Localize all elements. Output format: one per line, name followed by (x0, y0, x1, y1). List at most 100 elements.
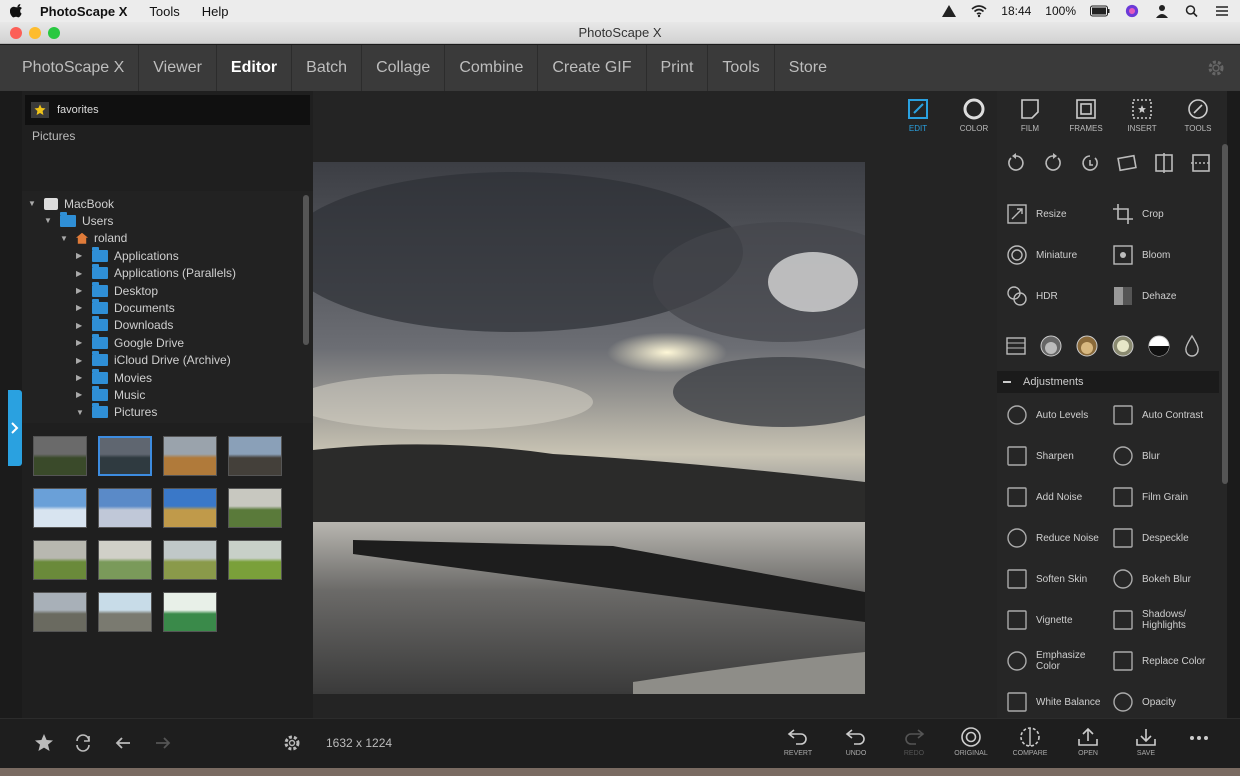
crop-button[interactable]: Crop (1112, 203, 1164, 225)
disclosure-right-icon[interactable]: ▶ (76, 356, 84, 365)
tree-scrollbar[interactable] (303, 195, 309, 345)
photo-thumbnail[interactable] (98, 436, 152, 476)
tab-combine[interactable]: Combine (445, 45, 539, 91)
menu-app[interactable]: PhotoScape X (40, 4, 127, 19)
tree-item[interactable]: ▶ Applications (76, 246, 179, 264)
tool-edit[interactable]: EDIT (890, 95, 946, 139)
photo-preview[interactable] (313, 162, 865, 694)
favorites-bar[interactable]: favorites (25, 95, 310, 125)
filter-bw-icon[interactable] (1147, 334, 1171, 358)
disclosure-down-icon[interactable]: ▼ (44, 216, 52, 225)
battery-icon[interactable] (1090, 4, 1110, 18)
tree-item[interactable]: ▶ iCloud Drive (Archive) (76, 351, 231, 369)
disclosure-down-icon[interactable]: ▼ (28, 199, 36, 208)
tab-create-gif[interactable]: Create GIF (538, 45, 647, 91)
tab-store[interactable]: Store (775, 45, 841, 91)
blur-button[interactable]: Blur (1112, 445, 1212, 467)
tree-item[interactable]: ▶ Music (76, 385, 145, 403)
spotlight-search-icon[interactable] (1184, 4, 1200, 18)
tree-item[interactable]: ▼ Pictures (76, 403, 157, 421)
miniature-button[interactable]: Miniature (1006, 244, 1077, 266)
photo-thumbnail[interactable] (163, 540, 217, 580)
tool-frames[interactable]: FRAMES (1058, 95, 1114, 139)
photo-thumbnail[interactable] (98, 540, 152, 580)
tab-tools[interactable]: Tools (708, 45, 775, 91)
flip-horizontal-icon[interactable] (1153, 152, 1175, 174)
tab-collage[interactable]: Collage (362, 45, 446, 91)
disclosure-down-icon[interactable]: ▼ (76, 408, 84, 417)
vignette-button[interactable]: Vignette (1006, 609, 1106, 631)
open-button[interactable]: OPEN (1066, 719, 1110, 757)
refresh-icon[interactable] (73, 733, 93, 753)
photo-thumbnail[interactable] (228, 540, 282, 580)
filter-warm-icon[interactable] (1075, 334, 1099, 358)
pictures-favorite-item[interactable]: Pictures (32, 129, 75, 143)
tool-color[interactable]: COLOR (946, 95, 1002, 139)
clock[interactable]: 18:44 (1001, 4, 1031, 18)
disclosure-right-icon[interactable]: ▶ (76, 286, 84, 295)
tab-print[interactable]: Print (647, 45, 709, 91)
tab-editor[interactable]: Editor (217, 45, 293, 91)
list-icon[interactable] (1005, 335, 1027, 357)
rotate-left-icon[interactable] (1005, 152, 1027, 174)
tab-photoscape-x[interactable]: PhotoScape X (8, 45, 140, 91)
disclosure-right-icon[interactable]: ▶ (76, 373, 84, 382)
straighten-icon[interactable] (1116, 152, 1138, 174)
panel-toggle-tab[interactable] (8, 390, 22, 466)
photo-thumbnail[interactable] (228, 488, 282, 528)
zoom-window-button[interactable] (48, 27, 60, 39)
dehaze-button[interactable]: Dehaze (1112, 285, 1176, 307)
photo-thumbnail[interactable] (228, 436, 282, 476)
save-button[interactable]: SAVE (1124, 719, 1168, 757)
original-button[interactable]: ORIGINAL (949, 719, 993, 757)
menu-help[interactable]: Help (202, 4, 229, 19)
filter-grey-icon[interactable] (1039, 334, 1063, 358)
redo-button[interactable]: REDO (892, 719, 936, 757)
photo-thumbnail[interactable] (33, 436, 87, 476)
rotate-custom-icon[interactable] (1079, 152, 1101, 174)
undo-button[interactable]: UNDO (834, 719, 878, 757)
disclosure-right-icon[interactable]: ▶ (76, 390, 84, 399)
disclosure-right-icon[interactable]: ▶ (76, 251, 84, 260)
reduce-noise-button[interactable]: Reduce Noise (1006, 527, 1106, 549)
hdr-button[interactable]: HDR (1006, 285, 1058, 307)
film-grain-button[interactable]: Film Grain (1112, 486, 1212, 508)
disclosure-right-icon[interactable]: ▶ (76, 269, 84, 278)
tab-viewer[interactable]: Viewer (139, 45, 217, 91)
disclosure-right-icon[interactable]: ▶ (76, 338, 84, 347)
soften-skin-button[interactable]: Soften Skin (1006, 568, 1106, 590)
shadows-highlights-button[interactable]: Shadows/ Highlights (1112, 609, 1212, 631)
white-balance-button[interactable]: White Balance (1006, 691, 1106, 713)
auto-levels-button[interactable]: Auto Levels (1006, 404, 1106, 426)
filter-light-icon[interactable] (1111, 334, 1135, 358)
photo-thumbnail[interactable] (163, 488, 217, 528)
tools-scrollbar[interactable] (1222, 144, 1228, 484)
disclosure-right-icon[interactable]: ▶ (76, 303, 84, 312)
tree-item[interactable]: ▼ MacBook (28, 195, 114, 212)
photo-thumbnail[interactable] (163, 592, 217, 632)
tree-item[interactable]: ▶ Google Drive (76, 333, 184, 351)
tree-item[interactable]: ▶ Applications (Parallels) (76, 264, 236, 282)
siri-icon[interactable] (1124, 4, 1140, 18)
disclosure-down-icon[interactable]: ▼ (60, 234, 68, 243)
photo-thumbnail[interactable] (98, 592, 152, 632)
wifi-icon[interactable] (971, 4, 987, 18)
tree-item[interactable]: ▶ Downloads (76, 316, 173, 334)
opacity-button[interactable]: Opacity (1112, 691, 1212, 713)
replace-color-button[interactable]: Replace Color (1112, 650, 1212, 672)
add-noise-button[interactable]: Add Noise (1006, 486, 1106, 508)
minimize-window-button[interactable] (29, 27, 41, 39)
revert-button[interactable]: REVERT (776, 719, 820, 757)
favorite-star-icon[interactable] (34, 733, 54, 753)
photo-thumbnail[interactable] (33, 488, 87, 528)
rotate-right-icon[interactable] (1042, 152, 1064, 174)
adjustments-header[interactable]: Adjustments (997, 371, 1219, 393)
emphasize-color-button[interactable]: Emphasize Color (1006, 650, 1106, 672)
photo-thumbnail[interactable] (163, 436, 217, 476)
water-drop-icon[interactable] (1183, 334, 1201, 358)
tree-item[interactable]: ▶ Movies (76, 368, 152, 386)
tree-item[interactable]: ▼ Users (44, 211, 113, 229)
flip-vertical-icon[interactable] (1190, 152, 1212, 174)
image-settings-gear-icon[interactable] (282, 733, 302, 753)
compare-button[interactable]: COMPARE (1008, 719, 1052, 757)
